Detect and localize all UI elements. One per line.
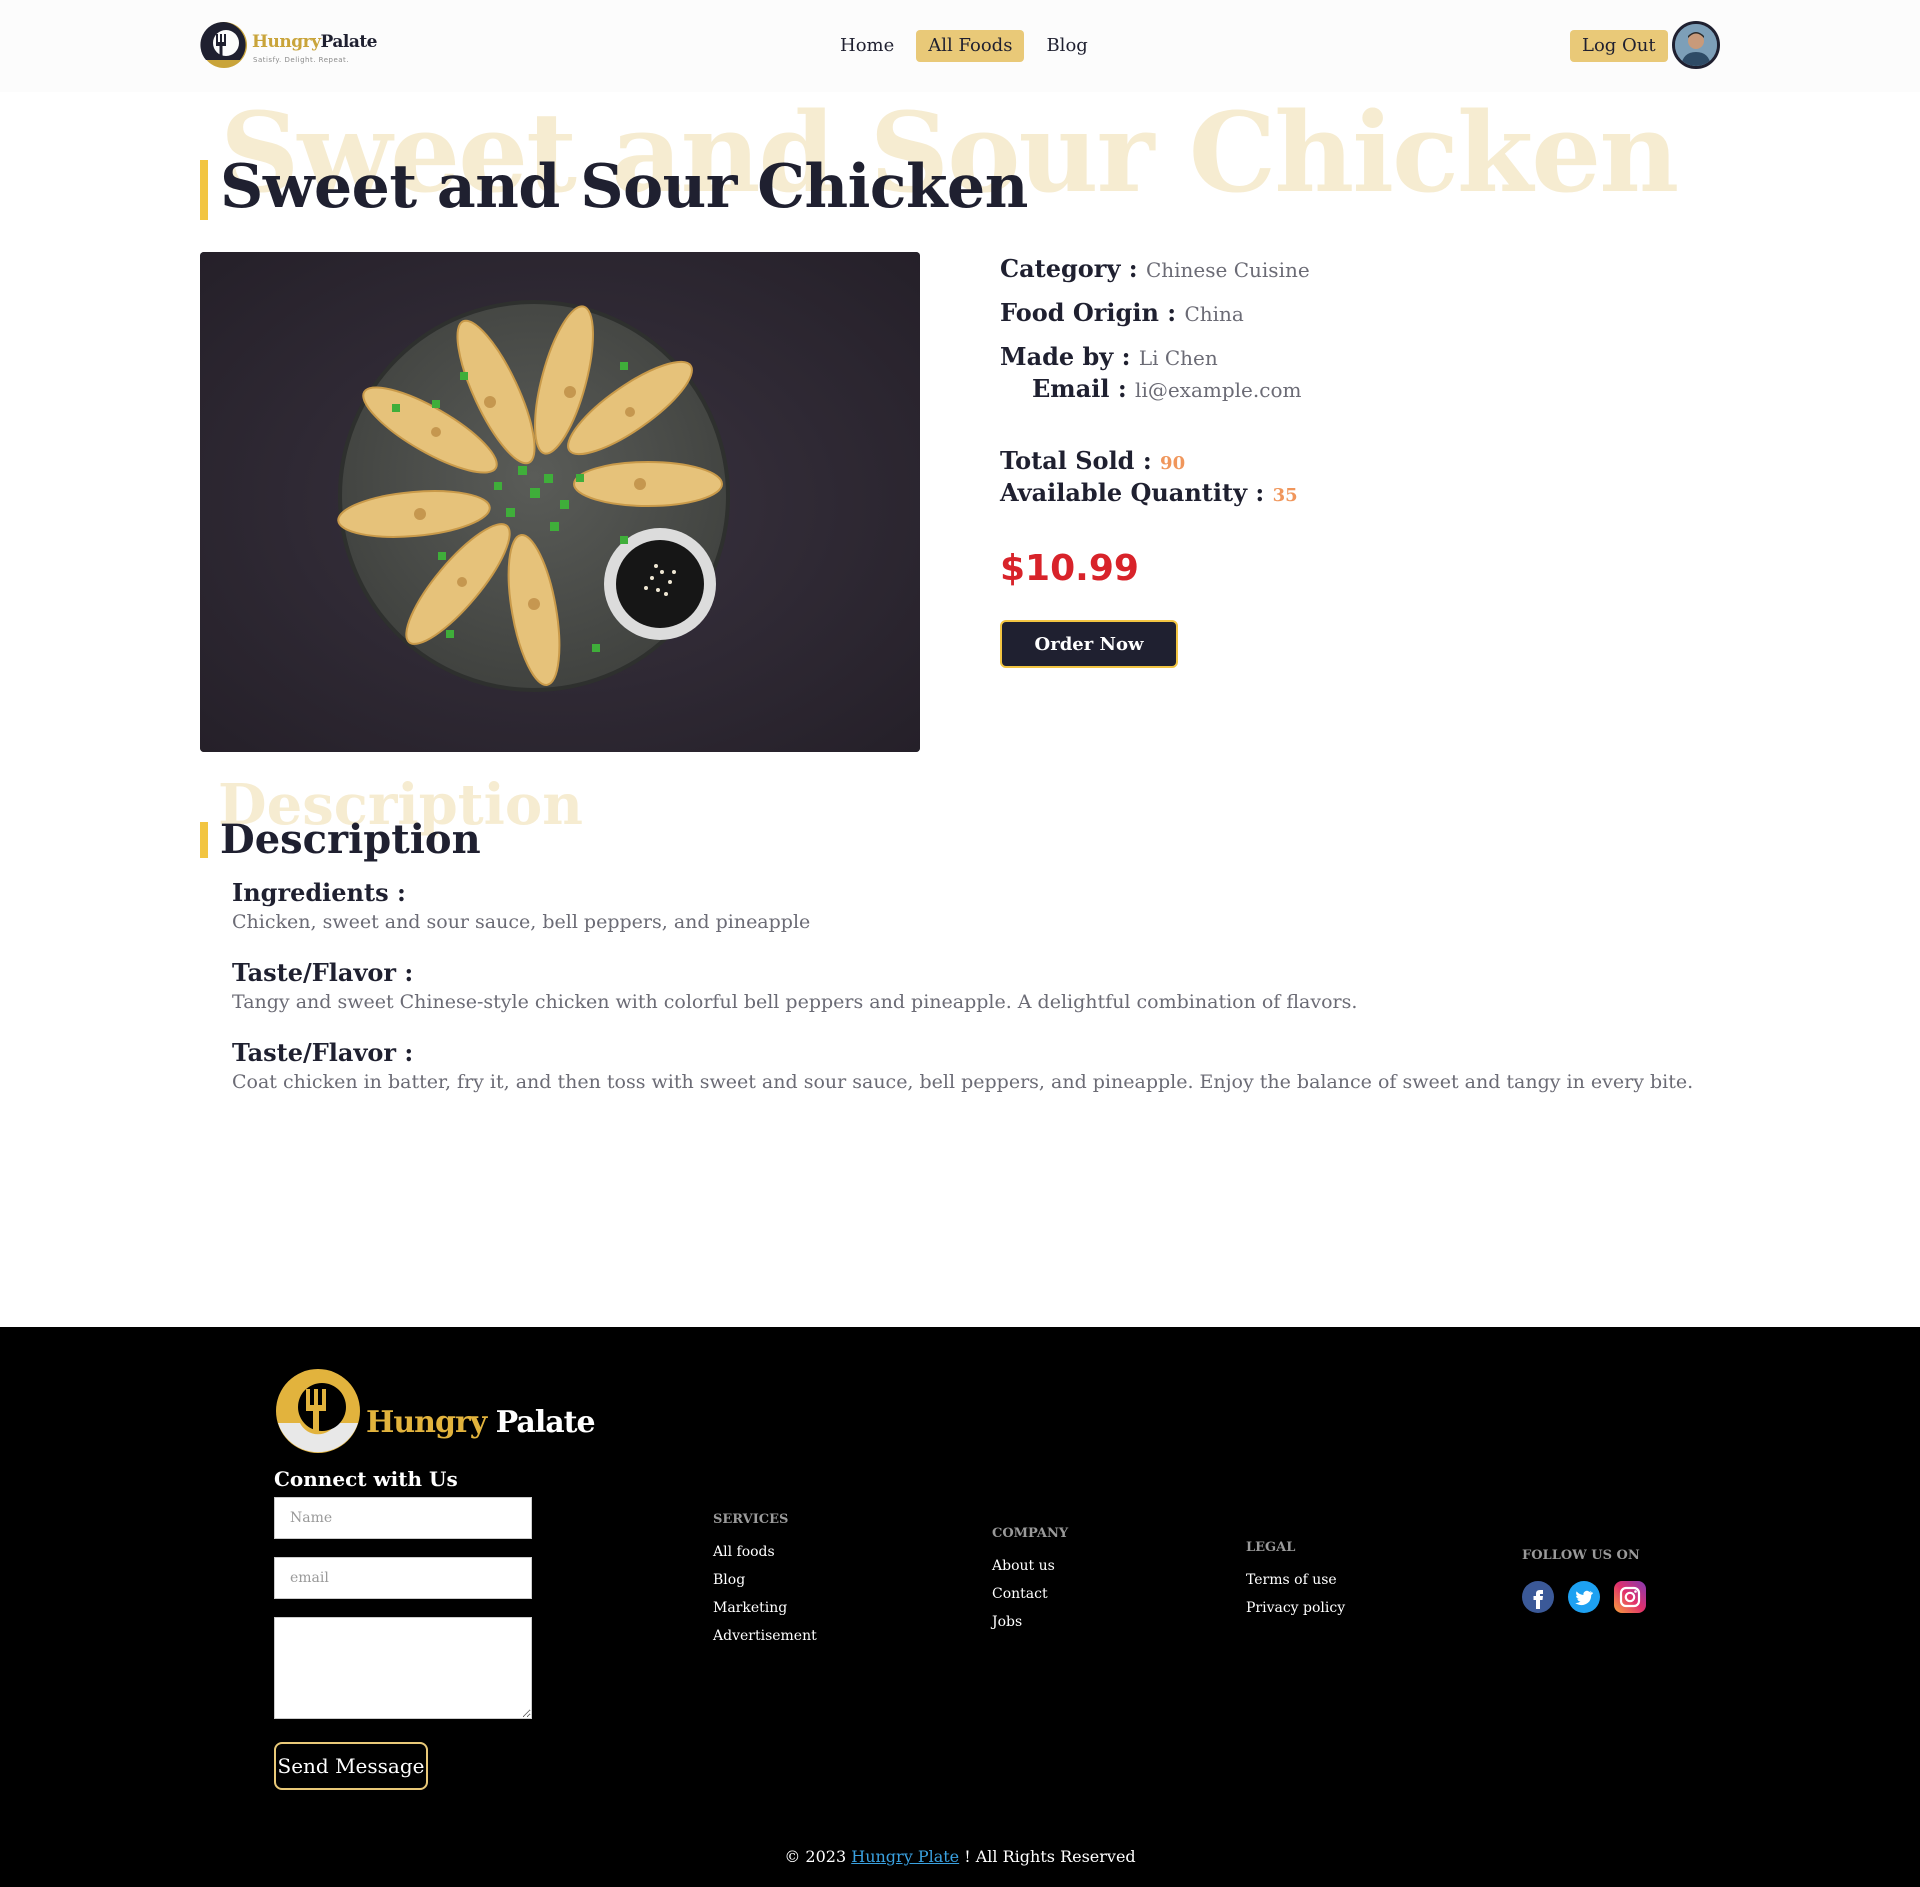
follow-heading: FOLLOW US ON — [1522, 1548, 1640, 1563]
send-message-button[interactable]: Send Message — [274, 1742, 428, 1790]
footer-legal: LEGAL Terms of use Privacy policy — [1246, 1540, 1345, 1615]
footer-link-marketing[interactable]: Marketing — [713, 1601, 817, 1615]
total-sold-value: 90 — [1160, 453, 1186, 474]
made-by-row: Made by : Li Chen — [1000, 342, 1218, 371]
contact-email-input[interactable] — [274, 1557, 532, 1599]
total-sold-label: Total Sold : — [1000, 446, 1152, 475]
origin-row: Food Origin : China — [1000, 298, 1244, 327]
footer-link-privacy[interactable]: Privacy policy — [1246, 1601, 1345, 1615]
nav-all-foods[interactable]: All Foods — [916, 30, 1025, 62]
footer: Hungry Palate Connect with Us Send Messa… — [0, 1327, 1920, 1887]
user-avatar-image — [1675, 24, 1717, 66]
preparation-label: Taste/Flavor : — [232, 1038, 414, 1067]
description-title: Description — [220, 816, 481, 863]
copyright-prefix: © 2023 — [784, 1847, 847, 1866]
ingredients-text: Chicken, sweet and sour sauce, bell pepp… — [232, 911, 811, 933]
footer-link-blog[interactable]: Blog — [713, 1573, 817, 1587]
nav-blog[interactable]: Blog — [1034, 30, 1099, 62]
available-value: 35 — [1272, 485, 1298, 506]
footer-link-advertisement[interactable]: Advertisement — [713, 1629, 817, 1643]
copyright-brand-link[interactable]: Hungry Plate — [851, 1847, 959, 1866]
taste-label: Taste/Flavor : — [232, 958, 414, 987]
nav-home[interactable]: Home — [828, 30, 906, 62]
user-avatar[interactable] — [1672, 21, 1720, 69]
footer-follow: FOLLOW US ON — [1522, 1548, 1646, 1613]
taste-block: Taste/Flavor : Tangy and sweet Chinese-s… — [232, 958, 1357, 1013]
legal-heading: LEGAL — [1246, 1540, 1296, 1555]
category-row: Category : Chinese Cuisine — [1000, 254, 1310, 283]
footer-services: SERVICES All foods Blog Marketing Advert… — [713, 1512, 817, 1643]
brand-logo[interactable]: HungryPalate Satisfy. Delight. Repeat. — [200, 20, 378, 72]
company-heading: COMPANY — [992, 1526, 1069, 1541]
category-value: Chinese Cuisine — [1145, 258, 1310, 282]
copyright-suffix: ! All Rights Reserved — [964, 1847, 1136, 1866]
connect-title: Connect with Us — [274, 1467, 458, 1491]
order-now-button[interactable]: Order Now — [1000, 620, 1178, 668]
facebook-icon[interactable] — [1522, 1581, 1554, 1613]
price: $10.99 — [1000, 548, 1139, 589]
footer-link-terms[interactable]: Terms of use — [1246, 1573, 1345, 1587]
preparation-text: Coat chicken in batter, fry it, and then… — [232, 1071, 1694, 1093]
fork-logo-icon — [276, 1369, 360, 1453]
brand-tagline: Satisfy. Delight. Repeat. — [253, 56, 350, 64]
twitter-icon[interactable] — [1568, 1581, 1600, 1613]
footer-logo[interactable]: Hungry Palate — [274, 1367, 596, 1457]
made-by-value: Li Chen — [1138, 346, 1218, 370]
total-sold-row: Total Sold : 90 — [1000, 446, 1185, 475]
services-heading: SERVICES — [713, 1512, 789, 1527]
footer-brand-name: Hungry Palate — [366, 1405, 596, 1440]
brand-name-hungry: Hungry — [252, 32, 321, 52]
origin-value: China — [1184, 302, 1244, 326]
brand-name: HungryPalate — [252, 32, 378, 52]
description-accent-bar — [200, 822, 208, 858]
contact-name-input[interactable] — [274, 1497, 532, 1539]
ingredients-label: Ingredients : — [232, 878, 406, 907]
navbar: HungryPalate Satisfy. Delight. Repeat. H… — [0, 0, 1920, 92]
contact-message-textarea[interactable] — [274, 1617, 532, 1719]
ingredients-block: Ingredients : Chicken, sweet and sour sa… — [232, 878, 810, 933]
made-by-label: Made by : — [1000, 342, 1131, 371]
copyright: © 2023 Hungry Plate ! All Rights Reserve… — [0, 1847, 1920, 1866]
preparation-block: Taste/Flavor : Coat chicken in batter, f… — [232, 1038, 1693, 1093]
food-image — [200, 252, 920, 752]
logout-button[interactable]: Log Out — [1570, 30, 1668, 62]
email-value: li@example.com — [1135, 378, 1302, 402]
category-label: Category : — [1000, 254, 1138, 283]
email-row: Email : li@example.com — [1032, 374, 1301, 403]
footer-link-about[interactable]: About us — [992, 1559, 1068, 1573]
footer-brand-palate: Palate — [495, 1405, 596, 1440]
fork-logo-icon — [200, 21, 247, 68]
available-label: Available Quantity : — [1000, 478, 1265, 507]
available-row: Available Quantity : 35 — [1000, 478, 1298, 507]
page-title: Sweet and Sour Chicken — [220, 152, 1028, 222]
social-icons — [1522, 1581, 1646, 1613]
instagram-icon[interactable] — [1614, 1581, 1646, 1613]
footer-link-contact[interactable]: Contact — [992, 1587, 1068, 1601]
taste-text: Tangy and sweet Chinese-style chicken wi… — [232, 991, 1358, 1013]
main-nav: Home All Foods Blog — [828, 30, 1100, 62]
origin-label: Food Origin : — [1000, 298, 1177, 327]
footer-company: COMPANY About us Contact Jobs — [992, 1526, 1068, 1629]
dumplings-plate-illustration — [200, 252, 920, 752]
footer-brand-hungry: Hungry — [366, 1405, 487, 1440]
footer-link-jobs[interactable]: Jobs — [992, 1615, 1068, 1629]
brand-name-palate: Palate — [320, 32, 378, 52]
title-accent-bar — [200, 160, 208, 220]
footer-link-all-foods[interactable]: All foods — [713, 1545, 817, 1559]
email-label: Email : — [1032, 374, 1127, 403]
